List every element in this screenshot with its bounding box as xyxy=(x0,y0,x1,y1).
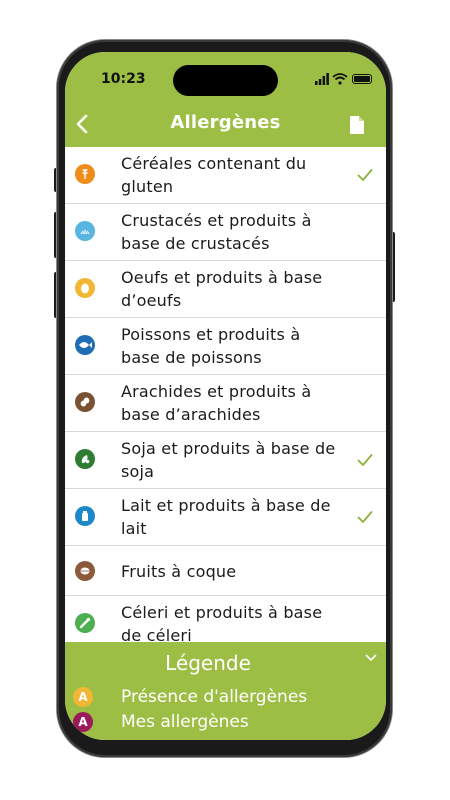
peanut-icon xyxy=(75,392,95,412)
wifi-icon xyxy=(332,73,348,85)
check-icon xyxy=(357,454,373,466)
list-item[interactable]: Céréales contenant du gluten xyxy=(65,147,386,204)
signal-icon xyxy=(315,73,329,85)
list-item-label: Céleri et produits à base de céleri xyxy=(121,603,323,645)
shell-icon xyxy=(75,221,95,241)
fish-icon xyxy=(75,335,95,355)
back-button[interactable] xyxy=(71,112,95,136)
list-item-label: Fruits à coque xyxy=(121,562,237,581)
header: 10:23 Allergènes xyxy=(65,52,386,147)
list-item-label: Crustacés et produits à base de crustacé… xyxy=(121,211,312,253)
list-item[interactable]: Soja et produits à base de soja xyxy=(65,432,386,489)
list-item-label: Soja et produits à base de soja xyxy=(121,439,336,481)
list-item[interactable]: Oeufs et produits à base d’oeufs xyxy=(65,261,386,318)
celery-icon xyxy=(75,613,95,633)
list-item-label: Oeufs et produits à base d’oeufs xyxy=(121,268,323,310)
app-screen: 10:23 Allergènes Céréales contenant du g… xyxy=(65,52,386,740)
legend-item: A Mes allergènes xyxy=(73,711,373,733)
check-icon xyxy=(357,511,373,523)
document-icon[interactable] xyxy=(348,115,366,135)
list-item[interactable]: Arachides et produits à base d’arachides xyxy=(65,375,386,432)
list-item-label: Poissons et produits à base de poissons xyxy=(121,325,301,367)
list-item[interactable]: Poissons et produits à base de poissons xyxy=(65,318,386,375)
nut-icon xyxy=(75,561,95,581)
milk-icon xyxy=(75,506,95,526)
soy-icon xyxy=(75,449,95,469)
chevron-down-icon[interactable] xyxy=(365,654,377,662)
legend-item-label: Présence d'allergènes xyxy=(121,687,308,707)
battery-icon xyxy=(352,74,372,84)
legend-item-label: Mes allergènes xyxy=(121,712,249,732)
dynamic-island xyxy=(173,65,278,96)
wheat-icon xyxy=(75,164,95,184)
status-time: 10:23 xyxy=(101,71,146,87)
list-item-label: Lait et produits à base de lait xyxy=(121,496,331,538)
allergen-presence-badge: A xyxy=(73,687,93,707)
page-title: Allergènes xyxy=(170,112,281,133)
status-icons xyxy=(315,73,375,85)
legend-panel: Légende A Présence d'allergènes A Mes al… xyxy=(65,642,386,740)
list-item-label: Arachides et produits à base d’arachides xyxy=(121,382,312,424)
check-icon xyxy=(357,169,373,181)
egg-icon xyxy=(75,278,95,298)
list-item-label: Céréales contenant du gluten xyxy=(121,154,307,196)
list-item[interactable]: Fruits à coque xyxy=(65,546,386,596)
list-item[interactable]: Lait et produits à base de lait xyxy=(65,489,386,546)
my-allergens-badge: A xyxy=(73,712,93,732)
legend-title: Légende xyxy=(165,651,251,675)
list-item[interactable]: Crustacés et produits à base de crustacé… xyxy=(65,204,386,261)
legend-item: A Présence d'allergènes xyxy=(73,686,373,708)
